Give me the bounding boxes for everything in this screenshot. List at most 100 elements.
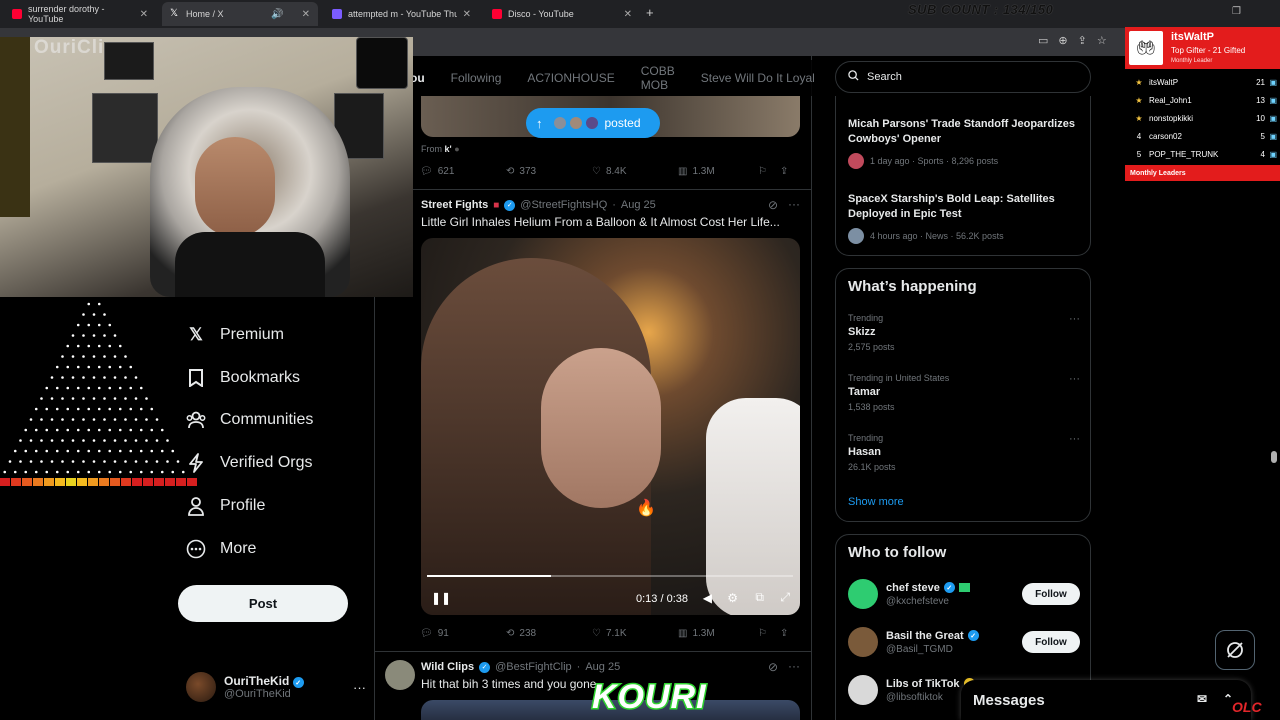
tab-steve-will-do-it[interactable]: Steve Will Do It Loyal bbox=[701, 71, 815, 85]
monthly-leaders-overlay: 🤲︎ itsWaltP Top Gifter - 21 Gifted Month… bbox=[1125, 27, 1280, 182]
author-name[interactable]: Street Fights bbox=[421, 199, 488, 211]
trend-item[interactable]: Trending in United States Tamar 1,538 po… bbox=[848, 373, 1080, 412]
affiliate-badge-icon bbox=[958, 583, 970, 592]
grok-button[interactable] bbox=[1215, 630, 1255, 670]
plinko-peg bbox=[134, 439, 138, 442]
zoom-icon[interactable]: ⊕ bbox=[1058, 34, 1067, 47]
new-message-icon[interactable]: ✉ bbox=[1197, 692, 1207, 706]
follow-button[interactable]: Follow bbox=[1022, 583, 1080, 605]
show-more-link[interactable]: Show more bbox=[848, 496, 904, 508]
search-input[interactable]: Search bbox=[835, 61, 1091, 93]
news-item[interactable]: SpaceX Starship's Bold Leap: Satellites … bbox=[848, 192, 1080, 244]
like-button[interactable]: ♡ 8.4K bbox=[592, 166, 678, 177]
more-icon[interactable]: ··· bbox=[1069, 313, 1080, 325]
trend-name: Skizz bbox=[848, 326, 876, 338]
plinko-peg bbox=[3, 470, 7, 474]
nav-premium[interactable]: 𝕏 Premium bbox=[186, 325, 284, 345]
post-date[interactable]: Aug 25 bbox=[621, 199, 656, 211]
post-button[interactable]: Post bbox=[178, 585, 348, 622]
more-icon[interactable]: ··· bbox=[1069, 433, 1080, 445]
share-icon[interactable]: ⇪ bbox=[1078, 34, 1087, 47]
avatar[interactable] bbox=[385, 660, 415, 690]
grok-icon[interactable]: ⊘ bbox=[768, 660, 778, 674]
cast-icon[interactable]: ▭ bbox=[1038, 34, 1048, 47]
close-icon[interactable]: ✕ bbox=[140, 9, 148, 20]
author-handle[interactable]: @BestFightClip bbox=[495, 661, 572, 673]
panel-title: Who to follow bbox=[848, 544, 947, 561]
plinko-peg bbox=[97, 323, 101, 327]
plinko-overlay bbox=[3, 302, 185, 474]
nav-profile[interactable]: Profile bbox=[186, 496, 265, 516]
post-date[interactable]: Aug 25 bbox=[585, 661, 620, 673]
new-posts-pill[interactable]: ↑ posted bbox=[526, 108, 660, 138]
follow-suggestion[interactable]: chef steve ✓ @kxchefsteve Follow bbox=[848, 574, 1080, 614]
repost-button[interactable]: ⟲ 373 bbox=[506, 166, 592, 177]
plinko-bin bbox=[22, 478, 32, 486]
author-name[interactable]: Wild Clips bbox=[421, 661, 474, 673]
community-note-from: From k' ● bbox=[421, 144, 460, 154]
news-panel: Micah Parsons' Trade Standoff Jeopardize… bbox=[835, 96, 1091, 256]
close-icon[interactable]: ✕ bbox=[624, 9, 632, 20]
tab-ac7ionhouse[interactable]: AC7IONHOUSE bbox=[527, 71, 614, 85]
bookmark-button[interactable]: ⚐ bbox=[758, 166, 780, 177]
browser-tab-thumbnail[interactable]: attempted m - YouTube Thumb ✕ bbox=[324, 2, 479, 26]
reply-button[interactable]: 💬︎ 621 bbox=[420, 166, 506, 177]
nav-verified-orgs[interactable]: Verified Orgs bbox=[186, 453, 312, 473]
pause-icon[interactable]: ❚❚ bbox=[431, 591, 451, 605]
fullscreen-icon[interactable]: ⤢ bbox=[780, 590, 790, 605]
repost-button[interactable]: ⟲ 238 bbox=[506, 628, 592, 639]
speaker-icon[interactable]: 🔊 bbox=[271, 9, 283, 20]
settings-icon[interactable]: ⚙ bbox=[727, 591, 738, 605]
plinko-peg bbox=[92, 418, 96, 421]
pip-icon[interactable]: ⧉ bbox=[755, 590, 764, 605]
views-button[interactable]: ▥ 1.3M bbox=[678, 166, 758, 177]
messages-drawer[interactable]: Messages ✉ ⌃ bbox=[961, 680, 1251, 720]
more-icon[interactable]: ··· bbox=[1069, 373, 1080, 385]
trend-item[interactable]: Trending Skizz 2,575 posts ··· bbox=[848, 313, 1080, 352]
new-tab-button[interactable]: + bbox=[646, 5, 654, 20]
news-item[interactable]: Micah Parsons' Trade Standoff Jeopardize… bbox=[848, 117, 1080, 169]
bookmark-button[interactable]: ⚐ bbox=[758, 628, 780, 639]
close-icon[interactable]: ✕ bbox=[463, 9, 471, 20]
repost-icon: ⟲ bbox=[506, 166, 515, 177]
tab-following[interactable]: Following bbox=[451, 71, 502, 85]
browser-tab-youtube-1[interactable]: surrender dorothy - YouTube ✕ bbox=[4, 2, 156, 26]
plinko-peg bbox=[87, 449, 91, 453]
views-button[interactable]: ▥ 1.3M bbox=[678, 628, 758, 639]
video-scrubber[interactable] bbox=[427, 575, 793, 577]
from-name[interactable]: k' bbox=[445, 144, 452, 154]
plinko-peg bbox=[155, 418, 159, 421]
plinko-bin bbox=[165, 478, 175, 486]
plinko-peg bbox=[29, 418, 33, 421]
page-scrollbar[interactable] bbox=[1271, 451, 1277, 463]
nav-bookmarks[interactable]: Bookmarks bbox=[186, 368, 300, 388]
more-icon[interactable]: ··· bbox=[788, 659, 800, 673]
volume-icon[interactable]: ◀︎ bbox=[703, 591, 712, 605]
browser-tab-youtube-2[interactable]: Disco - YouTube ✕ bbox=[484, 2, 640, 26]
nav-more[interactable]: More bbox=[186, 539, 256, 559]
reply-button[interactable]: 💬︎ 91 bbox=[420, 628, 506, 639]
plinko-peg bbox=[97, 407, 101, 411]
grok-icon[interactable]: ⊘ bbox=[768, 198, 778, 212]
nav-communities[interactable]: Communities bbox=[186, 410, 313, 430]
more-icon[interactable]: ··· bbox=[788, 197, 800, 211]
browser-tab-x-home[interactable]: 𝕏 Home / X 🔊 ✕ bbox=[162, 2, 318, 26]
follow-suggestion[interactable]: Basil the Great ✓ @Basil_TGMD Follow bbox=[848, 622, 1080, 662]
video-player[interactable]: ❚❚ 0:13 / 0:38 ◀︎ ⚙ ⧉ ⤢ bbox=[421, 238, 800, 615]
news-title: SpaceX Starship's Bold Leap: Satellites … bbox=[848, 193, 1055, 220]
restore-window-icon[interactable]: ❐ bbox=[1232, 6, 1241, 17]
share-button[interactable]: ⇪ bbox=[780, 628, 788, 639]
like-button[interactable]: ♡ 7.1K bbox=[592, 628, 678, 639]
plinko-peg bbox=[139, 449, 143, 453]
follow-button[interactable]: Follow bbox=[1022, 631, 1080, 653]
author-handle[interactable]: @StreetFightsHQ bbox=[520, 199, 607, 211]
account-switcher[interactable]: OuriTheKid ✓ @OuriTheKid ··· bbox=[186, 671, 366, 703]
trend-item[interactable]: Trending Hasan 26.1K posts ··· bbox=[848, 433, 1080, 472]
tab-cobb-mob[interactable]: COBB MOB bbox=[641, 64, 675, 92]
share-button[interactable]: ⇪ bbox=[780, 166, 788, 177]
star-icon[interactable]: ☆ bbox=[1097, 34, 1107, 47]
plinko-peg bbox=[97, 386, 101, 390]
verified-icon: ✓ bbox=[967, 630, 979, 641]
plinko-peg bbox=[50, 439, 54, 442]
close-icon[interactable]: ✕ bbox=[302, 9, 310, 20]
